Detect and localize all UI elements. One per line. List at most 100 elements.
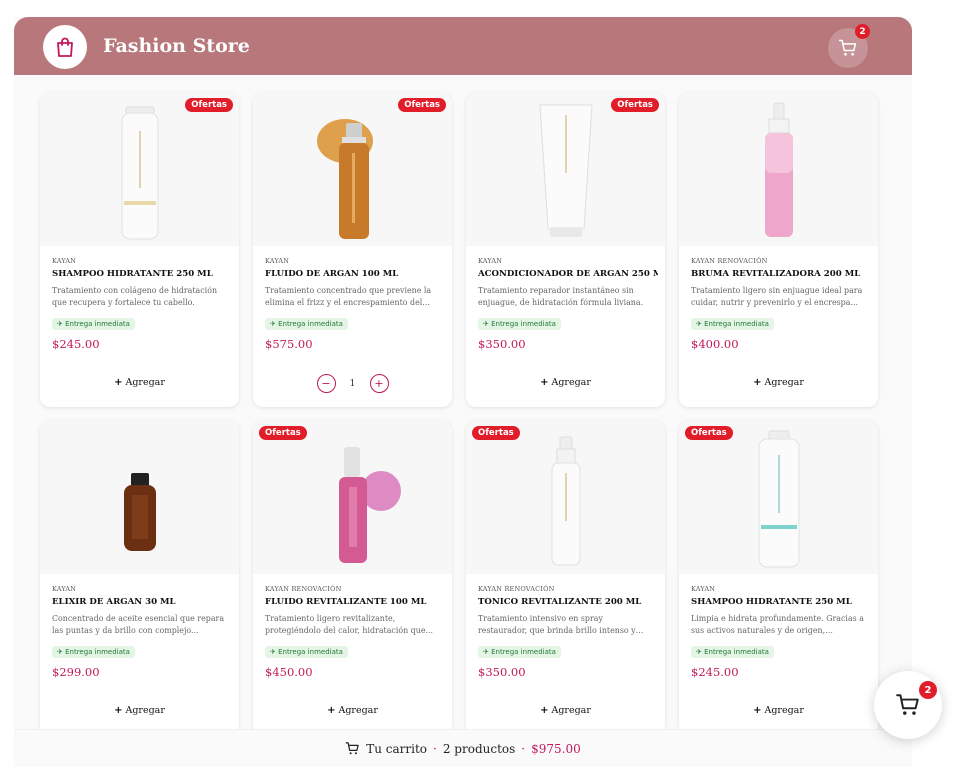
product-name[interactable]: BRUMA REVITALIZADORA 200 ML: [691, 269, 871, 279]
offer-badge: Ofertas: [398, 98, 446, 112]
add-label: Agregar: [551, 377, 591, 388]
product-description: Tratamiento ligero revitalizante, proteg…: [265, 614, 434, 635]
plus-icon: +: [114, 377, 123, 388]
product-card[interactable]: KAYAN RENOVACIÓN BRUMA REVITALIZADORA 20…: [679, 93, 878, 407]
cart-count-badge: 2: [919, 681, 937, 699]
plus-icon: +: [540, 705, 549, 716]
product-image: [40, 421, 239, 574]
cart-icon: [838, 39, 857, 56]
offer-badge: Ofertas: [685, 426, 733, 440]
product-description: Concentrado de aceite esencial que repar…: [52, 614, 225, 635]
product-brand: KAYAN: [265, 257, 290, 265]
product-image: [40, 93, 239, 246]
product-image: [466, 421, 665, 574]
product-price: $299.00: [52, 665, 100, 679]
store-logo[interactable]: [43, 25, 87, 69]
plus-icon: +: [114, 705, 123, 716]
offer-badge: Ofertas: [259, 426, 307, 440]
store-name: Fashion Store: [103, 35, 250, 57]
add-label: Agregar: [764, 705, 804, 716]
plus-icon: +: [753, 705, 762, 716]
quantity-value: 1: [349, 378, 356, 389]
cart-count-badge: 2: [855, 24, 870, 39]
product-name[interactable]: FLUIDO DE ARGAN 100 ML: [265, 269, 445, 279]
cart-label: Tu carrito: [366, 741, 428, 756]
shopping-bag-icon: [57, 37, 73, 57]
product-brand: KAYAN RENOVACIÓN: [265, 585, 342, 593]
product-image: [679, 421, 878, 574]
product-brand: KAYAN: [478, 257, 503, 265]
product-price: $245.00: [52, 337, 100, 351]
product-price: $400.00: [691, 337, 739, 351]
add-to-cart-button[interactable]: + Agregar: [466, 705, 665, 716]
add-to-cart-button[interactable]: + Agregar: [466, 377, 665, 388]
product-card[interactable]: KAYAN ELIXIR DE ARGÁN 30 ML Concentrado …: [40, 421, 239, 735]
add-label: Agregar: [551, 705, 591, 716]
product-name[interactable]: ELIXIR DE ARGÁN 30 ML: [52, 597, 232, 607]
product-image: [679, 93, 878, 246]
product-description: Tratamiento reparador instantáneo sin en…: [478, 286, 644, 307]
delivery-badge: ✈ Entrega inmediata: [265, 318, 348, 330]
product-name[interactable]: FLUIDO REVITALIZANTE 100 ML: [265, 597, 445, 607]
separator: ·: [521, 741, 526, 756]
product-price: $450.00: [265, 665, 313, 679]
delivery-badge: ✈ Entrega inmediata: [478, 646, 561, 658]
add-label: Agregar: [125, 377, 165, 388]
product-image: [253, 93, 452, 246]
product-description: Limpia e hidrata profundamente. Gracias …: [691, 614, 864, 635]
product-name[interactable]: SHAMPOO HIDRATANTE 250 ML: [52, 269, 232, 279]
product-brand: KAYAN: [52, 585, 77, 593]
cart-total: $975.00: [531, 741, 581, 756]
plus-icon: +: [540, 377, 549, 388]
offer-badge: Ofertas: [611, 98, 659, 112]
cart-summary-bar[interactable]: Tu carrito · 2 productos · $975.00: [14, 729, 912, 767]
offer-badge: Ofertas: [185, 98, 233, 112]
product-description: Tratamiento con colágeno de hidratación …: [52, 286, 218, 307]
floating-cart-button[interactable]: 2: [874, 671, 942, 739]
product-card[interactable]: Ofertas KAYAN ACONDICIONADOR DE ARGAN 25…: [466, 93, 665, 407]
offer-badge: Ofertas: [472, 426, 520, 440]
product-price: $350.00: [478, 337, 526, 351]
product-name[interactable]: TÓNICO REVITALIZANTE 200 ML: [478, 597, 658, 607]
product-card[interactable]: Ofertas KAYAN SHAMPOO HIDRATANTE 250 ML …: [679, 421, 878, 735]
cart-icon: [345, 742, 359, 755]
product-card[interactable]: Ofertas KAYAN RENOVACIÓN FLUIDO REVITALI…: [253, 421, 452, 735]
add-to-cart-button[interactable]: + Agregar: [679, 705, 878, 716]
product-card[interactable]: Ofertas KAYAN RENOVACIÓN TÓNICO REVITALI…: [466, 421, 665, 735]
add-to-cart-button[interactable]: + Agregar: [253, 705, 452, 716]
add-to-cart-button[interactable]: + Agregar: [40, 377, 239, 388]
product-grid: Ofertas KAYAN SHAMPOO HIDRATANTE 250 ML …: [40, 93, 878, 735]
product-image: [253, 421, 452, 574]
quantity-stepper: − 1 +: [253, 374, 452, 393]
product-card[interactable]: Ofertas KAYAN SHAMPOO HIDRATANTE 250 ML …: [40, 93, 239, 407]
product-description: Tratamiento concentrado que previene la …: [265, 286, 432, 307]
delivery-badge: ✈ Entrega inmediata: [691, 646, 774, 658]
delivery-badge: ✈ Entrega inmediata: [265, 646, 348, 658]
product-name[interactable]: ACONDICIONADOR DE ARGAN 250 ML: [478, 269, 658, 279]
plus-icon: +: [374, 377, 384, 390]
plus-icon: +: [327, 705, 336, 716]
cart-icon: [896, 694, 919, 715]
delivery-badge: ✈ Entrega inmediata: [52, 318, 135, 330]
product-brand: KAYAN RENOVACIÓN: [478, 585, 555, 593]
decrease-quantity-button[interactable]: −: [316, 374, 336, 393]
add-label: Agregar: [125, 705, 165, 716]
product-name[interactable]: SHAMPOO HIDRATANTE 250 ML: [691, 597, 871, 607]
add-label: Agregar: [338, 705, 378, 716]
separator: ·: [433, 741, 437, 756]
product-description: Tratamiento ligero sin enjuague ideal pa…: [691, 286, 863, 307]
header-cart-button[interactable]: 2: [828, 24, 870, 68]
product-brand: KAYAN: [691, 585, 716, 593]
delivery-badge: ✈ Entrega inmediata: [478, 318, 561, 330]
header-bar: Fashion Store 2: [14, 17, 912, 75]
minus-icon: −: [321, 377, 331, 390]
product-image: [466, 93, 665, 246]
add-to-cart-button[interactable]: + Agregar: [679, 377, 878, 388]
app-window: Fashion Store 2 Ofertas KAYAN SHAMPOO HI…: [14, 17, 912, 767]
increase-quantity-button[interactable]: +: [369, 374, 389, 393]
add-to-cart-button[interactable]: + Agregar: [40, 705, 239, 716]
product-card[interactable]: Ofertas KAYAN FLUIDO DE ARGAN 100 ML Tra…: [253, 93, 452, 407]
product-price: $245.00: [691, 665, 739, 679]
cart-item-count: 2 productos: [442, 741, 516, 756]
product-price: $350.00: [478, 665, 526, 679]
